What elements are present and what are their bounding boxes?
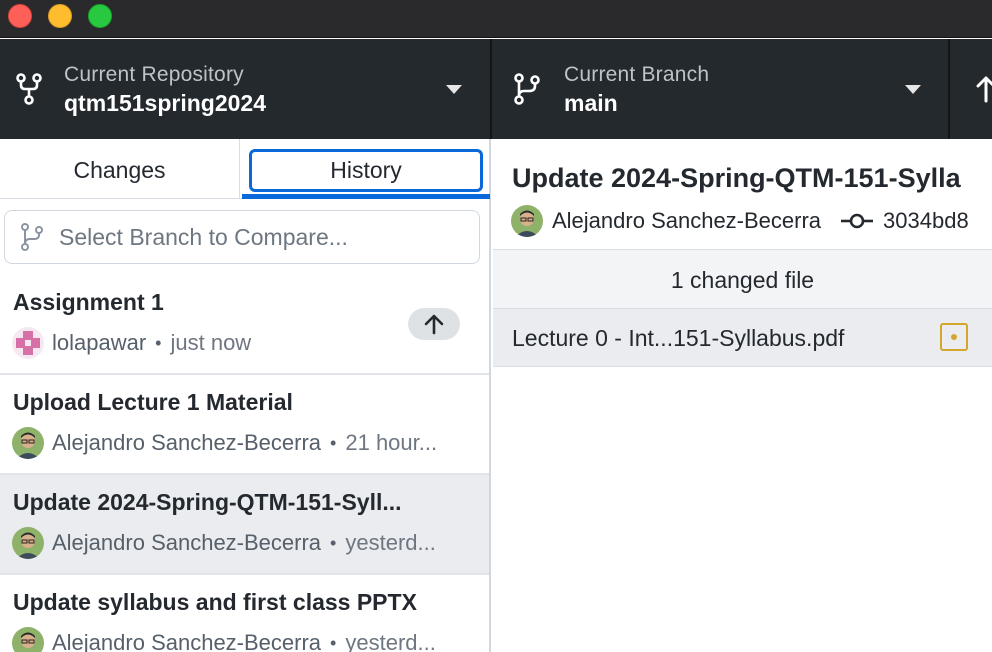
changed-files-count: 1 changed file bbox=[670, 267, 815, 293]
commit-detail-title: Update 2024-Spring-QTM-151-Sylla bbox=[512, 163, 961, 193]
commit-title: Assignment 1 bbox=[13, 289, 164, 315]
commit-meta: lolapawar • just now bbox=[12, 327, 251, 359]
commit-title: Update 2024-Spring-QTM-151-Syll... bbox=[13, 489, 402, 515]
chevron-down-icon bbox=[905, 85, 921, 94]
commit-time: just now bbox=[170, 330, 252, 355]
active-tab-indicator bbox=[242, 194, 490, 199]
git-commit-icon bbox=[841, 213, 874, 229]
repo-fork-icon bbox=[16, 73, 42, 105]
branch-icon bbox=[21, 223, 43, 251]
commit-time: 21 hour... bbox=[345, 430, 438, 455]
commit-title: Upload Lecture 1 Material bbox=[13, 389, 293, 415]
window-maximize-button[interactable] bbox=[88, 4, 112, 28]
sidebar-tabs: Changes History bbox=[0, 139, 490, 199]
commit-meta: Alejandro Sanchez-Becerra • yesterd... bbox=[12, 527, 436, 559]
window-titlebar bbox=[0, 0, 992, 38]
current-repository-name: qtm151spring2024 bbox=[64, 90, 266, 116]
avatar bbox=[12, 527, 44, 559]
avatar bbox=[12, 427, 44, 459]
unpushed-indicator bbox=[408, 308, 460, 340]
meta-separator: • bbox=[155, 332, 162, 353]
commit-row[interactable]: Assignment 1 lolapawar • just now bbox=[0, 275, 489, 375]
file-modified-icon bbox=[940, 323, 968, 351]
branch-icon bbox=[514, 73, 540, 105]
commit-row[interactable]: Update syllabus and first class PPTX Ale… bbox=[0, 575, 489, 652]
commit-time: yesterd... bbox=[345, 530, 436, 555]
tab-changes-label: Changes bbox=[73, 157, 166, 183]
commit-sha[interactable]: 3034bd8 bbox=[883, 208, 969, 234]
compare-branch-input[interactable]: Select Branch to Compare... bbox=[4, 210, 480, 264]
commit-title: Update syllabus and first class PPTX bbox=[13, 589, 417, 615]
arrow-up-icon bbox=[424, 314, 444, 335]
commit-row-selected[interactable]: Update 2024-Spring-QTM-151-Syll... Aleja… bbox=[0, 475, 489, 575]
commit-author: Alejandro Sanchez-Becerra bbox=[52, 530, 322, 555]
arrow-up-icon bbox=[976, 76, 992, 103]
avatar bbox=[12, 627, 44, 652]
commit-meta: Alejandro Sanchez-Becerra • yesterd... bbox=[12, 627, 436, 652]
tab-history-label: History bbox=[330, 157, 402, 183]
current-branch-name: main bbox=[564, 90, 618, 116]
chevron-down-icon bbox=[446, 85, 462, 94]
commit-author: Alejandro Sanchez-Becerra bbox=[52, 630, 322, 652]
commit-detail-author: Alejandro Sanchez-Becerra bbox=[552, 208, 822, 233]
window-minimize-button[interactable] bbox=[48, 4, 72, 28]
commit-author: Alejandro Sanchez-Becerra bbox=[52, 430, 322, 455]
meta-separator: • bbox=[330, 632, 337, 652]
changed-files-header: 1 changed file bbox=[493, 249, 992, 309]
tab-history[interactable]: History bbox=[242, 139, 490, 199]
commit-detail-pane: Update 2024-Spring-QTM-151-Sylla Alejand… bbox=[493, 139, 992, 652]
compare-branch-placeholder: Select Branch to Compare... bbox=[59, 224, 348, 250]
tab-changes[interactable]: Changes bbox=[0, 139, 240, 199]
changed-file-row[interactable]: Lecture 0 - Int...151-Syllabus.pdf bbox=[493, 309, 992, 367]
avatar bbox=[12, 327, 44, 359]
commit-row[interactable]: Upload Lecture 1 Material Alejandro Sanc… bbox=[0, 375, 489, 475]
commit-meta: Alejandro Sanchez-Becerra • 21 hour... bbox=[12, 427, 437, 459]
current-repository-label: Current Repository bbox=[64, 63, 244, 86]
current-branch-label: Current Branch bbox=[564, 63, 710, 86]
current-branch-button[interactable]: Current Branch main bbox=[492, 39, 950, 139]
meta-separator: • bbox=[330, 532, 337, 553]
commit-list: Assignment 1 lolapawar • just now Upload… bbox=[0, 275, 489, 652]
history-sidebar: Changes History Select Branch to Compare… bbox=[0, 139, 491, 652]
commit-author: lolapawar bbox=[52, 330, 147, 355]
current-repository-button[interactable]: Current Repository qtm151spring2024 bbox=[0, 39, 492, 139]
meta-separator: • bbox=[330, 432, 337, 453]
tab-history-focus: History bbox=[249, 149, 483, 192]
avatar bbox=[511, 205, 543, 237]
commit-time: yesterd... bbox=[345, 630, 436, 652]
window-close-button[interactable] bbox=[8, 4, 32, 28]
push-origin-button[interactable] bbox=[950, 39, 992, 139]
changed-file-name: Lecture 0 - Int...151-Syllabus.pdf bbox=[512, 325, 845, 351]
commit-detail-meta: Alejandro Sanchez-Becerra 3034bd8 bbox=[511, 205, 969, 237]
app-toolbar: Current Repository qtm151spring2024 Curr… bbox=[0, 39, 992, 139]
